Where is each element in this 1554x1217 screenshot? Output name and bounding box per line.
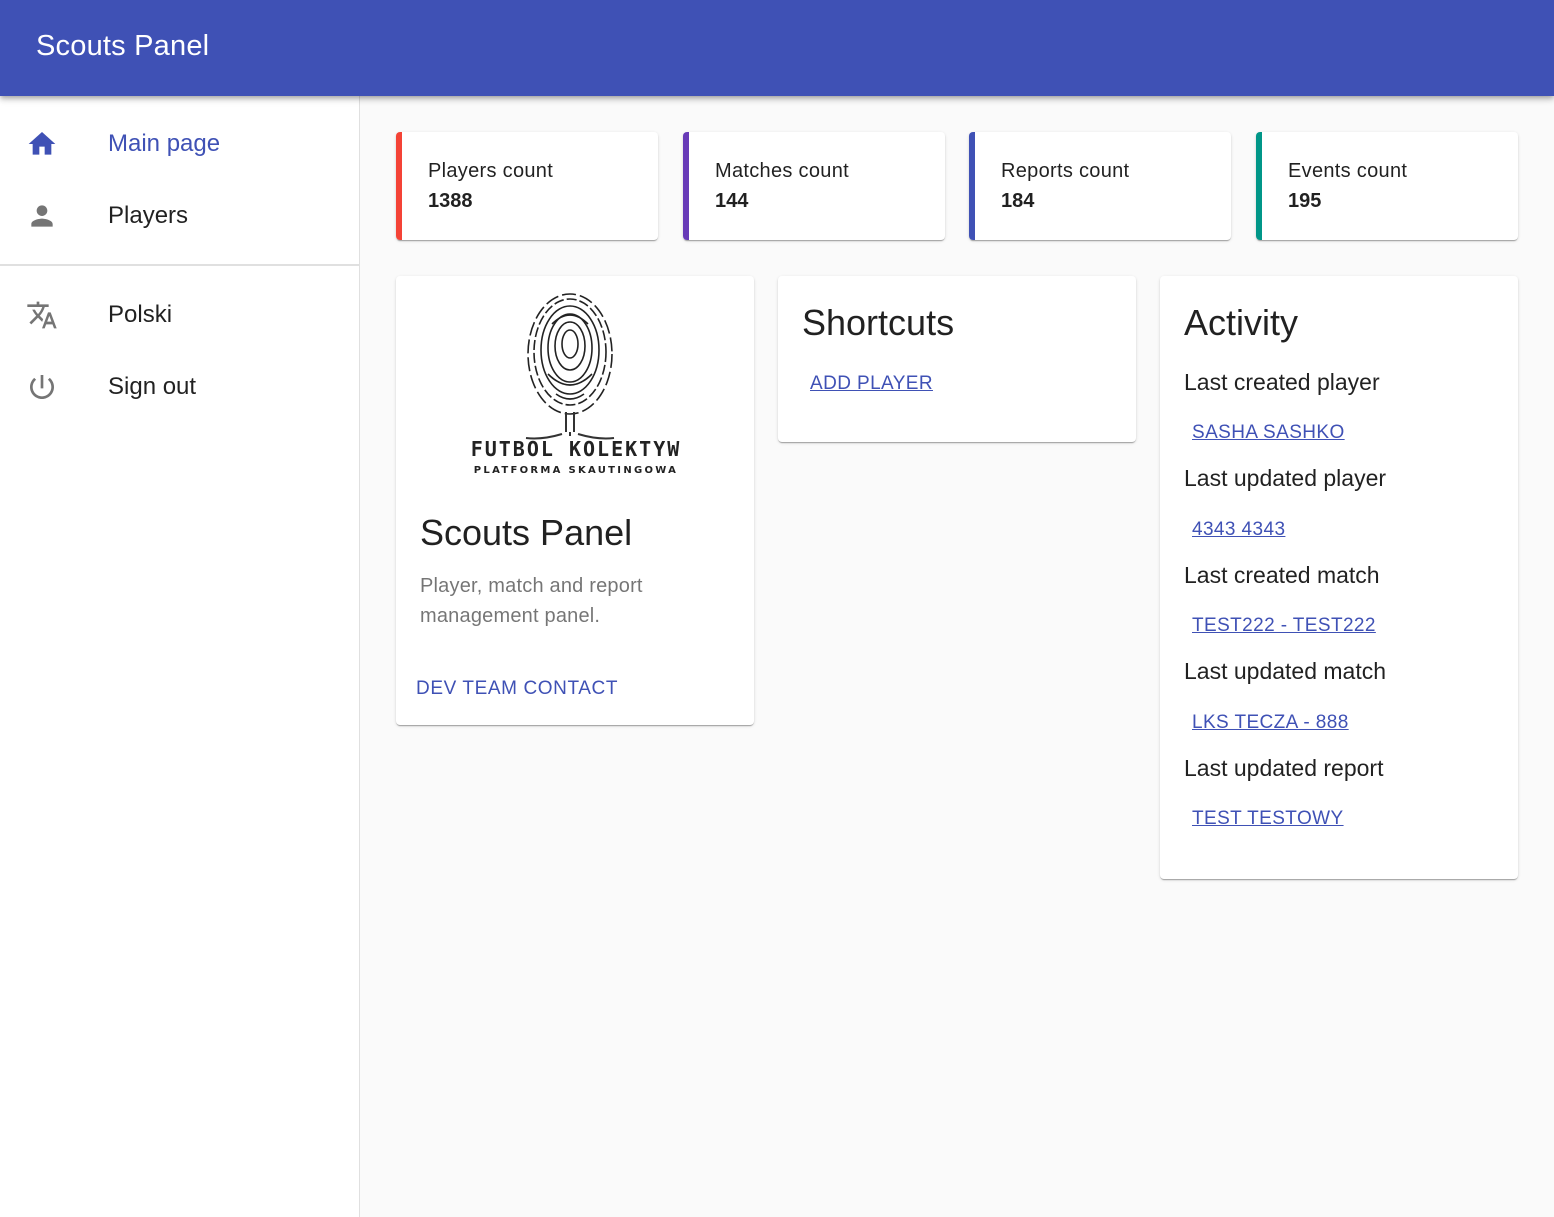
activity-label: Last created player	[1184, 369, 1380, 395]
stat-value: 195	[1288, 190, 1322, 212]
last-created-player-link[interactable]: SASHA SASHKO	[1192, 422, 1345, 444]
translate-icon	[26, 299, 58, 331]
stat-value: 144	[715, 190, 749, 212]
sidebar-item-label: Main page	[108, 130, 221, 157]
app-bar: Scouts Panel	[0, 0, 1554, 96]
app-title: Scouts Panel	[36, 30, 210, 62]
stat-accent-bar	[683, 132, 689, 240]
last-updated-report-link[interactable]: TEST TESTOWY	[1192, 808, 1344, 830]
futbol-kolektyw-logo: FUTBOL KOLEKTYW PLATFORMA SKAUTINGOWA	[456, 284, 696, 480]
activity-label: Last updated player	[1184, 465, 1387, 491]
sidebar-item-label: Sign out	[108, 373, 197, 400]
about-title: Scouts Panel	[420, 512, 633, 553]
last-created-match-link[interactable]: TEST222 - TEST222	[1192, 615, 1376, 637]
sidebar-divider	[0, 264, 359, 266]
about-card: FUTBOL KOLEKTYW PLATFORMA SKAUTINGOWA Sc…	[396, 276, 754, 725]
shortcuts-title: Shortcuts	[802, 302, 955, 343]
stat-label: Reports count	[1001, 160, 1130, 182]
last-updated-player-link[interactable]: 4343 4343	[1192, 519, 1285, 541]
last-updated-match-link[interactable]: LKS TECZA - 888	[1192, 712, 1349, 734]
sidebar: Main page Players Polski Sign out	[0, 96, 360, 1217]
stat-accent-bar	[969, 132, 975, 240]
stat-label: Players count	[428, 160, 554, 182]
stat-value: 184	[1001, 190, 1035, 212]
stat-value: 1388	[428, 190, 473, 212]
stat-label: Events count	[1288, 160, 1408, 182]
activity-label: Last updated match	[1184, 658, 1387, 684]
activity-label: Last created match	[1184, 562, 1380, 588]
stat-accent-bar	[1256, 132, 1262, 240]
add-player-button[interactable]: ADD PLAYER	[810, 373, 933, 395]
sidebar-item-players[interactable]: Players	[0, 180, 359, 252]
about-description: Player, match and report management pane…	[420, 575, 643, 627]
activity-label: Last updated report	[1184, 755, 1384, 781]
stat-card-players: Players count 1388	[396, 132, 658, 240]
activity-title: Activity	[1184, 302, 1299, 343]
stat-label: Matches count	[715, 160, 849, 182]
stat-card-matches: Matches count 144	[683, 132, 945, 240]
sidebar-item-main-page[interactable]: Main page	[0, 108, 359, 180]
dev-team-contact-button[interactable]: DEV TEAM CONTACT	[416, 678, 618, 700]
home-icon	[26, 128, 58, 160]
sidebar-item-language[interactable]: Polski	[0, 279, 359, 351]
shortcuts-card: Shortcuts ADD PLAYER	[778, 276, 1136, 442]
sidebar-item-label: Players	[108, 202, 189, 229]
stat-card-events: Events count 195	[1256, 132, 1518, 240]
power-icon	[26, 371, 58, 403]
sidebar-item-sign-out[interactable]: Sign out	[0, 351, 359, 423]
logo-text: FUTBOL KOLEKTYW	[471, 437, 682, 461]
stat-accent-bar	[396, 132, 402, 240]
stat-card-reports: Reports count 184	[969, 132, 1231, 240]
logo-subtext: PLATFORMA SKAUTINGOWA	[474, 465, 678, 476]
sidebar-item-label: Polski	[108, 301, 173, 328]
main-content: Players count 1388 Matches count 144 Rep…	[360, 96, 1554, 1217]
person-icon	[26, 200, 58, 232]
activity-card: Activity Last created player SASHA SASHK…	[1160, 276, 1518, 879]
